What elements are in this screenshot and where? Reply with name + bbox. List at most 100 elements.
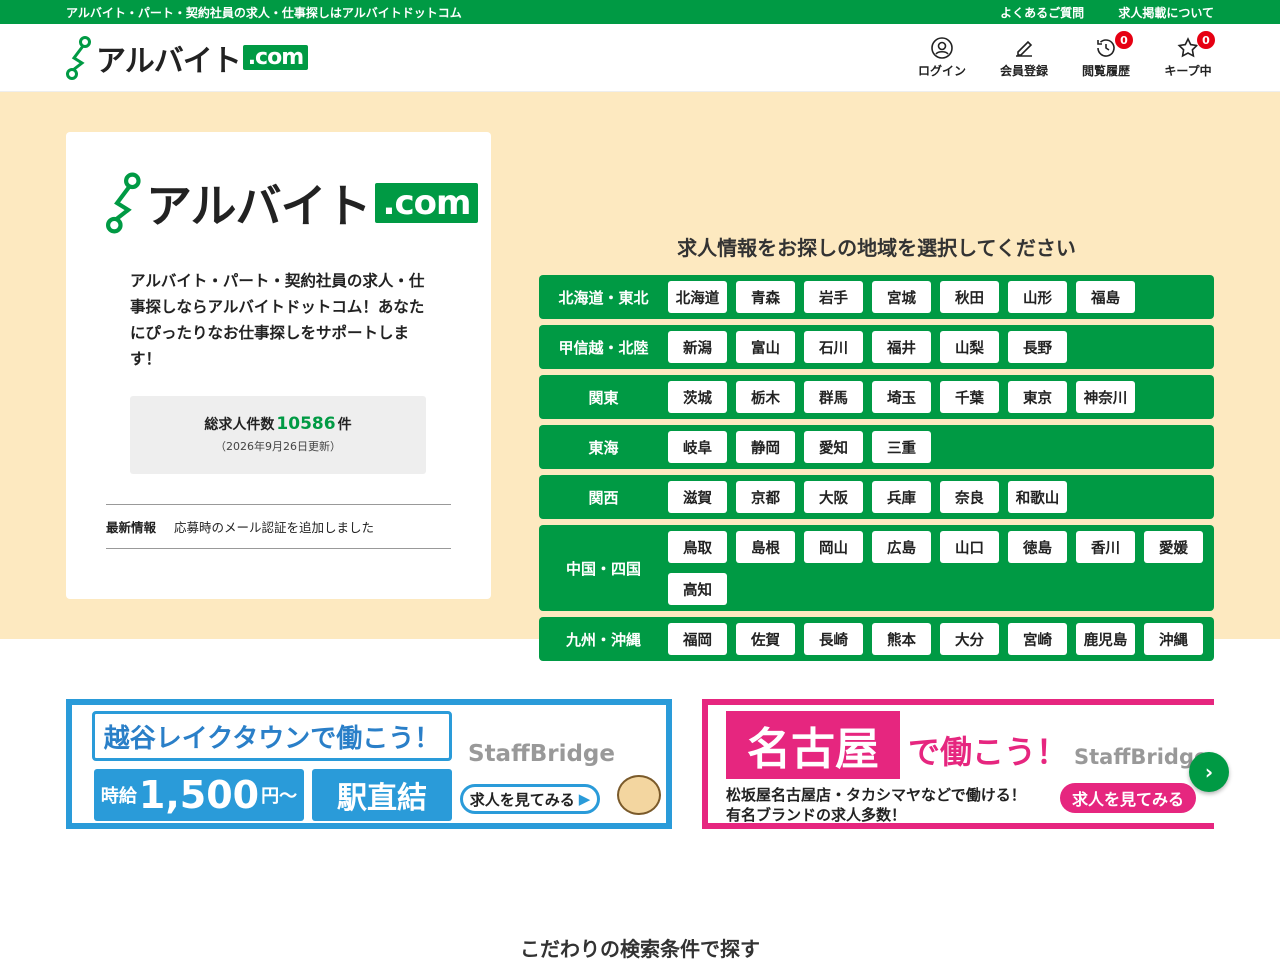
post-job-link[interactable]: 求人掲載について: [1118, 6, 1214, 20]
prefecture-button[interactable]: 福井: [872, 331, 931, 363]
register-label: 会員登録: [999, 64, 1048, 78]
prefecture-button[interactable]: 徳島: [1008, 531, 1067, 563]
prefecture-list: 鳥取 島根 岡山 広島 山口 徳島 香川 愛媛高知: [668, 531, 1208, 605]
banner1-headline: 越谷レイクタウンで働こう！: [92, 711, 452, 761]
register-button[interactable]: 会員登録: [998, 36, 1050, 79]
banner2-line2: 有名ブランドの求人多数！: [726, 806, 907, 824]
prefecture-button[interactable]: 大分: [940, 623, 999, 655]
news-text[interactable]: 応募時のメール認証を追加しました: [174, 517, 374, 536]
prefecture-button[interactable]: 兵庫: [872, 481, 931, 513]
job-count-box: 総求人件数 10586 件 （2026年9月26日更新）: [130, 396, 426, 474]
prefecture-button[interactable]: 佐賀: [736, 623, 795, 655]
region-name[interactable]: 中国・四国: [539, 558, 668, 579]
intro-card: アルバイト .com アルバイト・パート・契約社員の求人・仕事探しならアルバイト…: [66, 132, 491, 599]
prefecture-button[interactable]: 香川: [1076, 531, 1135, 563]
history-button[interactable]: 閲覧履歴 0: [1080, 30, 1134, 79]
logo-com: .com: [242, 45, 309, 70]
prefecture-button[interactable]: 高知: [668, 573, 727, 605]
prefecture-button[interactable]: 石川: [804, 331, 863, 363]
region-row: 東海 岐阜 静岡 愛知 三重: [539, 425, 1214, 469]
prefecture-button[interactable]: 島根: [736, 531, 795, 563]
prefecture-button[interactable]: 山梨: [940, 331, 999, 363]
login-label: ログイン: [917, 64, 966, 78]
region-name[interactable]: 九州・沖縄: [539, 629, 668, 650]
region-name[interactable]: 甲信越・北陸: [539, 337, 668, 358]
job-count-line: 総求人件数 10586 件: [130, 414, 426, 434]
prefecture-button[interactable]: 滋賀: [668, 481, 727, 513]
prefecture-button[interactable]: 千葉: [940, 381, 999, 413]
prefecture-button[interactable]: 大阪: [804, 481, 863, 513]
prefecture-list: 茨城 栃木 群馬 埼玉 千葉 東京 神奈川: [668, 381, 1208, 413]
prefecture-button[interactable]: 広島: [872, 531, 931, 563]
prefecture-button[interactable]: 鹿児島: [1076, 623, 1135, 655]
region-title: 求人情報をお探しの地域を選択してください: [677, 236, 1076, 260]
card-logo: アルバイト .com: [106, 170, 479, 236]
top-bar: アルバイト・パート・契約社員の求人・仕事探しはアルバイトドットコム よくあるご質…: [0, 0, 1280, 24]
prefecture-button[interactable]: 鳥取: [668, 531, 727, 563]
region-name[interactable]: 北海道・東北: [539, 287, 668, 308]
keep-badge: 0: [1196, 30, 1216, 50]
prefecture-button[interactable]: 富山: [736, 331, 795, 363]
prefecture-list: 北海道 青森 岩手 宮城 秋田 山形 福島: [668, 281, 1208, 313]
prefecture-button[interactable]: 愛知: [804, 431, 863, 463]
prefecture-button[interactable]: 岐阜: [668, 431, 727, 463]
region-list: 北海道・東北 北海道 青森 岩手 宮城 秋田 山形 福島甲信越・北陸 新潟 富山 石川 福井 山梨 長野関…: [539, 275, 1214, 667]
banner2-line1: 松坂屋名古屋店・タカシマヤなどで働ける！: [726, 786, 1026, 804]
prefecture-button[interactable]: 岩手: [804, 281, 863, 313]
prefecture-button[interactable]: 静岡: [736, 431, 795, 463]
prefecture-button[interactable]: 沖縄: [1144, 623, 1203, 655]
prefecture-button[interactable]: 福岡: [668, 623, 727, 655]
prefecture-button[interactable]: 長野: [1008, 331, 1067, 363]
prefecture-button[interactable]: 岡山: [804, 531, 863, 563]
job-count-label: 総求人件数: [204, 417, 275, 433]
prefecture-button[interactable]: 宮崎: [1008, 623, 1067, 655]
region-row: 中国・四国 鳥取 島根 岡山 広島 山口 徳島 香川 愛媛高知: [539, 525, 1214, 611]
banner2-headline: で働こう！: [908, 733, 1069, 771]
prefecture-button[interactable]: 神奈川: [1076, 381, 1135, 413]
logo-text: アルバイト: [96, 43, 242, 79]
prefecture-button[interactable]: 山口: [940, 531, 999, 563]
carousel-next-button[interactable]: ›: [1189, 752, 1229, 792]
prefecture-button[interactable]: 熊本: [872, 623, 931, 655]
prefecture-button[interactable]: 秋田: [940, 281, 999, 313]
card-logo-text: アルバイト: [146, 179, 372, 233]
prefecture-button[interactable]: 茨城: [668, 381, 727, 413]
search-conditions-title: こだわりの検索条件で探す: [520, 937, 760, 961]
banner1-wage-unit: 円〜: [261, 786, 298, 807]
region-row: 関西 滋賀 京都 大阪 兵庫 奈良 和歌山: [539, 475, 1214, 519]
header-nav: ログイン 会員登録 閲覧履歴 0 キープ中 0: [916, 30, 1216, 79]
keep-label: キープ中: [1164, 64, 1212, 78]
login-button[interactable]: ログイン: [916, 36, 968, 79]
prefecture-button[interactable]: 宮城: [872, 281, 931, 313]
history-label: 閲覧履歴: [1081, 64, 1130, 78]
prefecture-button[interactable]: 栃木: [736, 381, 795, 413]
prefecture-button[interactable]: 奈良: [940, 481, 999, 513]
banner1-wage-label: 時給: [100, 786, 137, 807]
prefecture-button[interactable]: 群馬: [804, 381, 863, 413]
prefecture-button[interactable]: 東京: [1008, 381, 1067, 413]
banner1-wage-value: 1,500: [138, 773, 260, 817]
prefecture-button[interactable]: 京都: [736, 481, 795, 513]
prefecture-button[interactable]: 福島: [1076, 281, 1135, 313]
prefecture-button[interactable]: 三重: [872, 431, 931, 463]
prefecture-button[interactable]: 愛媛: [1144, 531, 1203, 563]
keep-button[interactable]: キープ中 0: [1162, 30, 1216, 79]
banner-nagoya[interactable]: 名古屋 で働こう！ StaffBridge 松坂屋名古屋店・タカシマヤなどで働け…: [702, 699, 1214, 829]
prefecture-button[interactable]: 埼玉: [872, 381, 931, 413]
banner-koshigaya[interactable]: 越谷レイクタウンで働こう！ 時給 1,500 円〜 駅直結 StaffBridg…: [66, 699, 672, 829]
banner2-button[interactable]: 求人を見てみる: [1060, 783, 1196, 813]
prefecture-button[interactable]: 和歌山: [1008, 481, 1067, 513]
region-name[interactable]: 関西: [539, 487, 668, 508]
prefecture-button[interactable]: 青森: [736, 281, 795, 313]
prefecture-button[interactable]: 長崎: [804, 623, 863, 655]
logo-chain-icon: [66, 35, 91, 80]
region-name[interactable]: 関東: [539, 387, 668, 408]
prefecture-list: 滋賀 京都 大阪 兵庫 奈良 和歌山: [668, 481, 1208, 513]
faq-link[interactable]: よくあるご質問: [1000, 6, 1084, 20]
region-name[interactable]: 東海: [539, 437, 668, 458]
prefecture-button[interactable]: 北海道: [668, 281, 727, 313]
prefecture-button[interactable]: 山形: [1008, 281, 1067, 313]
banner1-button[interactable]: 求人を見てみる ▶: [460, 784, 600, 814]
site-logo[interactable]: アルバイト .com: [66, 35, 309, 80]
prefecture-button[interactable]: 新潟: [668, 331, 727, 363]
